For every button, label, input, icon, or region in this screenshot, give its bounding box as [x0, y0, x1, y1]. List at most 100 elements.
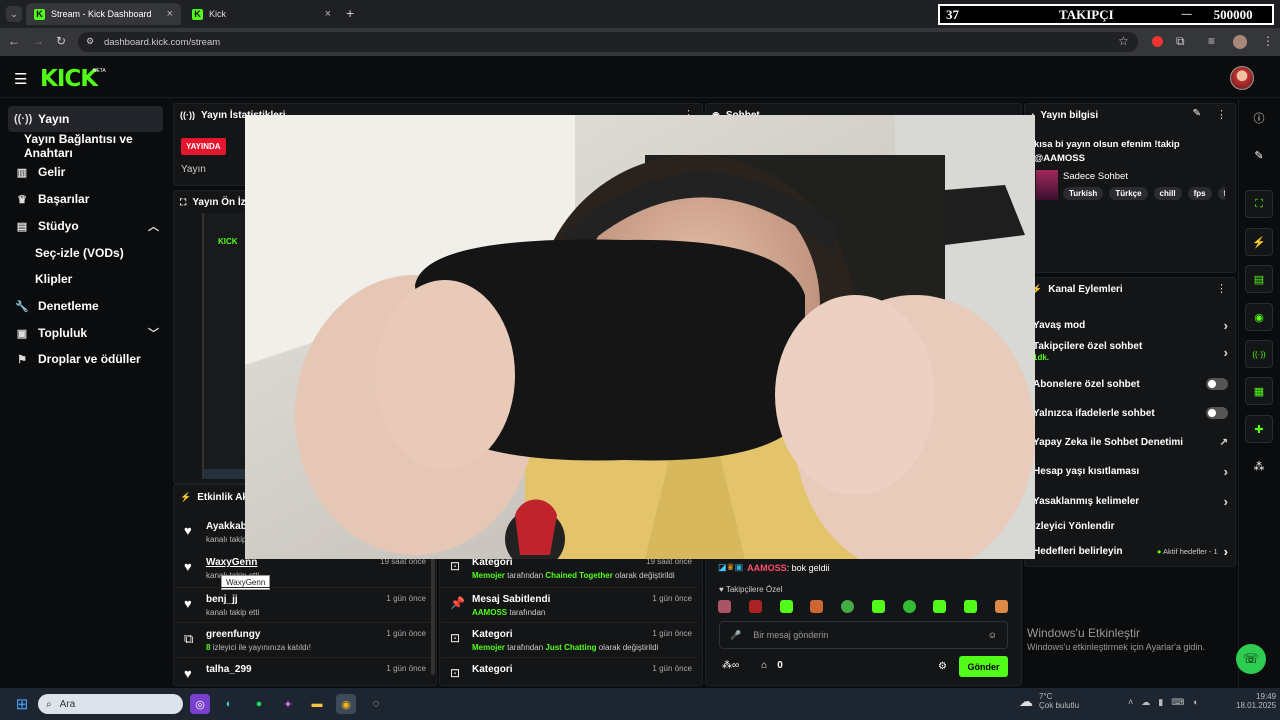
extension-record-icon[interactable]: [1152, 36, 1163, 47]
tag[interactable]: Türkçe: [1109, 187, 1148, 200]
tray-icons[interactable]: ˄☁▮⌨◖: [1128, 697, 1206, 708]
emote[interactable]: [718, 600, 731, 613]
grid-icon[interactable]: ▦: [1245, 377, 1273, 405]
emote[interactable]: [779, 600, 793, 613]
spotify-icon[interactable]: ●: [249, 694, 269, 714]
app-icon[interactable]: ◎: [190, 694, 210, 714]
weather-widget[interactable]: ☁ 7°C Çok bulutlu: [1019, 692, 1079, 710]
wrench-icon: 🔧: [15, 300, 29, 313]
category-name[interactable]: Sadece Sohbet: [1063, 171, 1128, 182]
document-icon[interactable]: ▤: [1245, 265, 1273, 293]
broadcast-icon[interactable]: ((·)): [1245, 340, 1273, 368]
taskbar-search[interactable]: ⌕ Ara: [38, 694, 183, 714]
edit-icon[interactable]: ✎: [1193, 108, 1201, 119]
sidebar-item-gelir[interactable]: ▥ Gelir: [8, 159, 163, 185]
action-account-age[interactable]: Hesap yaşı kısıtlaması ›: [1033, 458, 1228, 484]
wrench-icon[interactable]: ✚: [1245, 415, 1273, 443]
store-icon[interactable]: ⌂: [761, 660, 767, 671]
kick-logo[interactable]: KICK: [40, 66, 98, 92]
follower-current: 37: [946, 6, 959, 22]
back-icon[interactable]: ←: [8, 34, 20, 48]
forward-icon[interactable]: →: [32, 34, 44, 48]
heart-icon: ♥: [184, 523, 192, 538]
sidebar-item-vods[interactable]: Seç-izle (VODs): [8, 240, 163, 266]
url-input[interactable]: dashboard.kick.com/stream: [78, 32, 1138, 52]
clock[interactable]: 19:49 18.01.2025: [1236, 692, 1276, 710]
emote[interactable]: [994, 600, 1008, 613]
more-icon[interactable]: ⋮: [1216, 108, 1227, 121]
sidebar-item-basarilar[interactable]: ♛ Başarılar: [8, 186, 163, 212]
edit-icon[interactable]: ✎: [1245, 141, 1273, 169]
close-tab-icon[interactable]: ×: [325, 8, 331, 20]
emote[interactable]: [748, 600, 762, 613]
subscriber-only-toggle[interactable]: [1206, 378, 1228, 390]
action-redirect-viewers[interactable]: İzleyici Yönlendir: [1033, 513, 1228, 539]
windows-start-icon[interactable]: ⊞: [12, 694, 32, 714]
hamburger-menu-icon[interactable]: ☰: [14, 70, 27, 88]
microphone-icon[interactable]: 🎤: [730, 630, 741, 641]
preview-video[interactable]: KICK: [202, 213, 250, 479]
bookmark-star-icon[interactable]: ☆: [1118, 34, 1129, 48]
action-subscriber-only[interactable]: Abonelere özel sohbet: [1033, 371, 1228, 397]
tag[interactable]: Turkish: [1063, 187, 1104, 200]
emote[interactable]: [841, 600, 855, 613]
share-icon[interactable]: ⁂: [1245, 452, 1273, 480]
emote[interactable]: [871, 600, 885, 613]
preview-icon[interactable]: ⛶: [1245, 190, 1273, 218]
chevron-right-icon: ›: [1223, 543, 1228, 559]
support-button[interactable]: ☏: [1236, 644, 1266, 674]
site-info-icon[interactable]: ⚙: [86, 36, 94, 47]
extensions-icon[interactable]: ⧉: [1176, 34, 1185, 49]
action-ai-moderation[interactable]: Yapay Zeka ile Sohbet Denetimi ↗: [1033, 429, 1228, 455]
action-slow-mode[interactable]: Yavaş mod ›: [1033, 312, 1228, 338]
lightning-icon[interactable]: ⚡: [1245, 228, 1273, 256]
profile-icon[interactable]: [1233, 35, 1247, 49]
chat-username[interactable]: AAMOSS: [747, 563, 787, 573]
emoji-icon[interactable]: ☺: [988, 630, 997, 640]
sidebar-item-topluluk[interactable]: ▣ Topluluk ﹀: [8, 320, 163, 346]
avatar[interactable]: [1230, 66, 1254, 90]
sidebar-item-klipler[interactable]: Klipler: [8, 266, 163, 292]
kick-favicon-icon: K: [192, 8, 203, 20]
chevron-right-icon: ›: [1223, 463, 1228, 479]
new-tab-button[interactable]: +: [346, 5, 354, 21]
edge-icon[interactable]: ◐: [219, 694, 239, 714]
chat-icon[interactable]: ◉: [1245, 303, 1273, 331]
reload-icon[interactable]: ↻: [56, 34, 66, 48]
action-banned-words[interactable]: Yasaklanmış kelimeler ›: [1033, 488, 1228, 514]
tag[interactable]: fps: [1187, 187, 1212, 200]
emote[interactable]: [902, 600, 916, 613]
points-icon[interactable]: ⁂∞: [722, 660, 739, 671]
tab-search-button[interactable]: ⌄: [6, 6, 22, 22]
action-emote-only[interactable]: Yalnızca ifadelerle sohbet: [1033, 400, 1228, 426]
info-icon[interactable]: ⓘ: [1245, 104, 1273, 132]
tab-stream-dashboard[interactable]: K Stream - Kick Dashboard ×: [26, 3, 181, 25]
close-tab-icon[interactable]: ×: [167, 8, 173, 20]
chat-settings-icon[interactable]: ⚙: [938, 661, 947, 672]
emote[interactable]: [810, 600, 824, 613]
tag[interactable]: fu: [1217, 187, 1225, 200]
studio-icon: ▤: [16, 220, 28, 233]
emote-only-toggle[interactable]: [1206, 407, 1228, 419]
obs-icon[interactable]: ◌: [366, 694, 386, 714]
tag[interactable]: chill: [1153, 187, 1182, 200]
sidebar-item-yayin[interactable]: ((·)) Yayın: [8, 106, 163, 132]
browser-menu-icon[interactable]: ⋮: [1262, 34, 1274, 48]
chat-input[interactable]: 🎤 Bir mesaj gönderin ☺: [719, 621, 1008, 649]
reading-list-icon[interactable]: ≡: [1208, 34, 1215, 48]
send-button[interactable]: Gönder: [959, 656, 1008, 677]
channel-actions-header: ⚡ Kanal Eylemleri: [1031, 283, 1123, 295]
chrome-icon[interactable]: ◉: [336, 694, 356, 714]
more-icon[interactable]: ⋮: [1216, 282, 1227, 295]
emote[interactable]: [964, 600, 978, 613]
sidebar-item-droplar[interactable]: ⚑ Droplar ve ödüller: [8, 346, 163, 372]
sidebar-item-stream-key[interactable]: Yayın Bağlantısı ve Anahtarı: [8, 132, 173, 160]
copilot-icon[interactable]: ✦: [278, 694, 298, 714]
sidebar-item-studyo[interactable]: ▤ Stüdyo ︿: [8, 213, 163, 239]
action-follower-only[interactable]: Takipçilere özel sohbet 1dk. ›: [1033, 341, 1228, 369]
action-set-goals[interactable]: Hedefleri belirleyin ● Aktif hedefler - …: [1033, 538, 1228, 564]
sidebar-item-denetleme[interactable]: 🔧 Denetleme: [8, 293, 163, 319]
file-explorer-icon[interactable]: ▬: [307, 694, 327, 714]
tab-kick[interactable]: K Kick ×: [184, 3, 339, 25]
emote[interactable]: [933, 600, 947, 613]
